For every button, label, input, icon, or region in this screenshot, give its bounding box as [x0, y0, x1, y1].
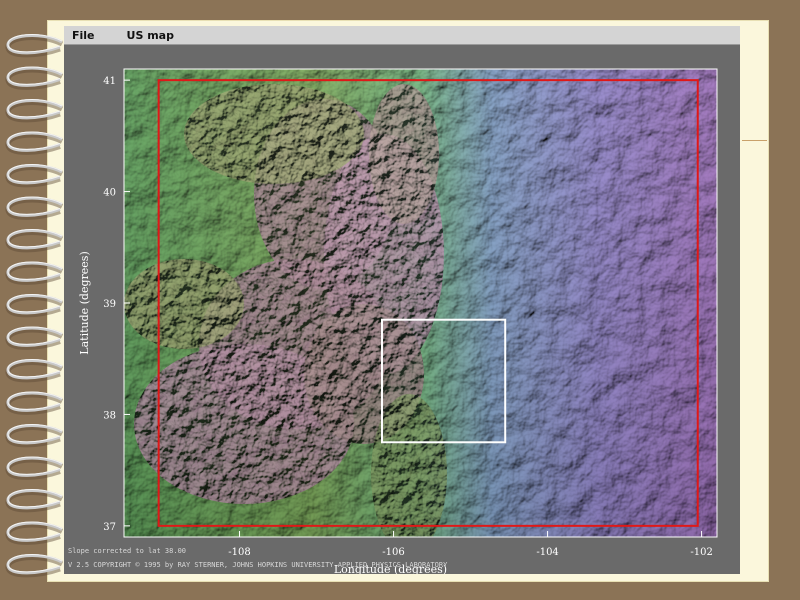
status-line-copyright: V 2.5 COPYRIGHT © 1995 by RAY STERNER, J…	[68, 561, 448, 569]
relief-map-image[interactable]	[124, 69, 717, 554]
us-map-menu[interactable]: US map	[127, 29, 174, 42]
x-tick-label: -104	[536, 547, 558, 558]
y-axis-label: Latitude (degrees)	[78, 251, 91, 354]
file-menu[interactable]: File	[72, 29, 95, 42]
map-plot: -108 -106 -104 -102 41 40 39 38 37 Latitude (de…	[78, 68, 718, 574]
x-tick-label: -106	[382, 547, 404, 558]
status-line-slope: Slope corrected to lat 38.00	[68, 547, 187, 555]
x-tick-label: -102	[690, 547, 712, 558]
page-rule-line	[742, 140, 767, 141]
y-tick-label: 37	[103, 522, 116, 533]
y-tick-label: 39	[103, 299, 116, 310]
y-tick-label: 40	[103, 188, 116, 199]
y-tick-label: 41	[103, 76, 116, 87]
menu-bar: File US map	[64, 26, 740, 45]
y-tick-label: 38	[103, 410, 116, 421]
x-tick-label: -108	[228, 547, 250, 558]
map-application-window: File US map -108 -106 -104 -102 41 40 39…	[64, 26, 740, 574]
